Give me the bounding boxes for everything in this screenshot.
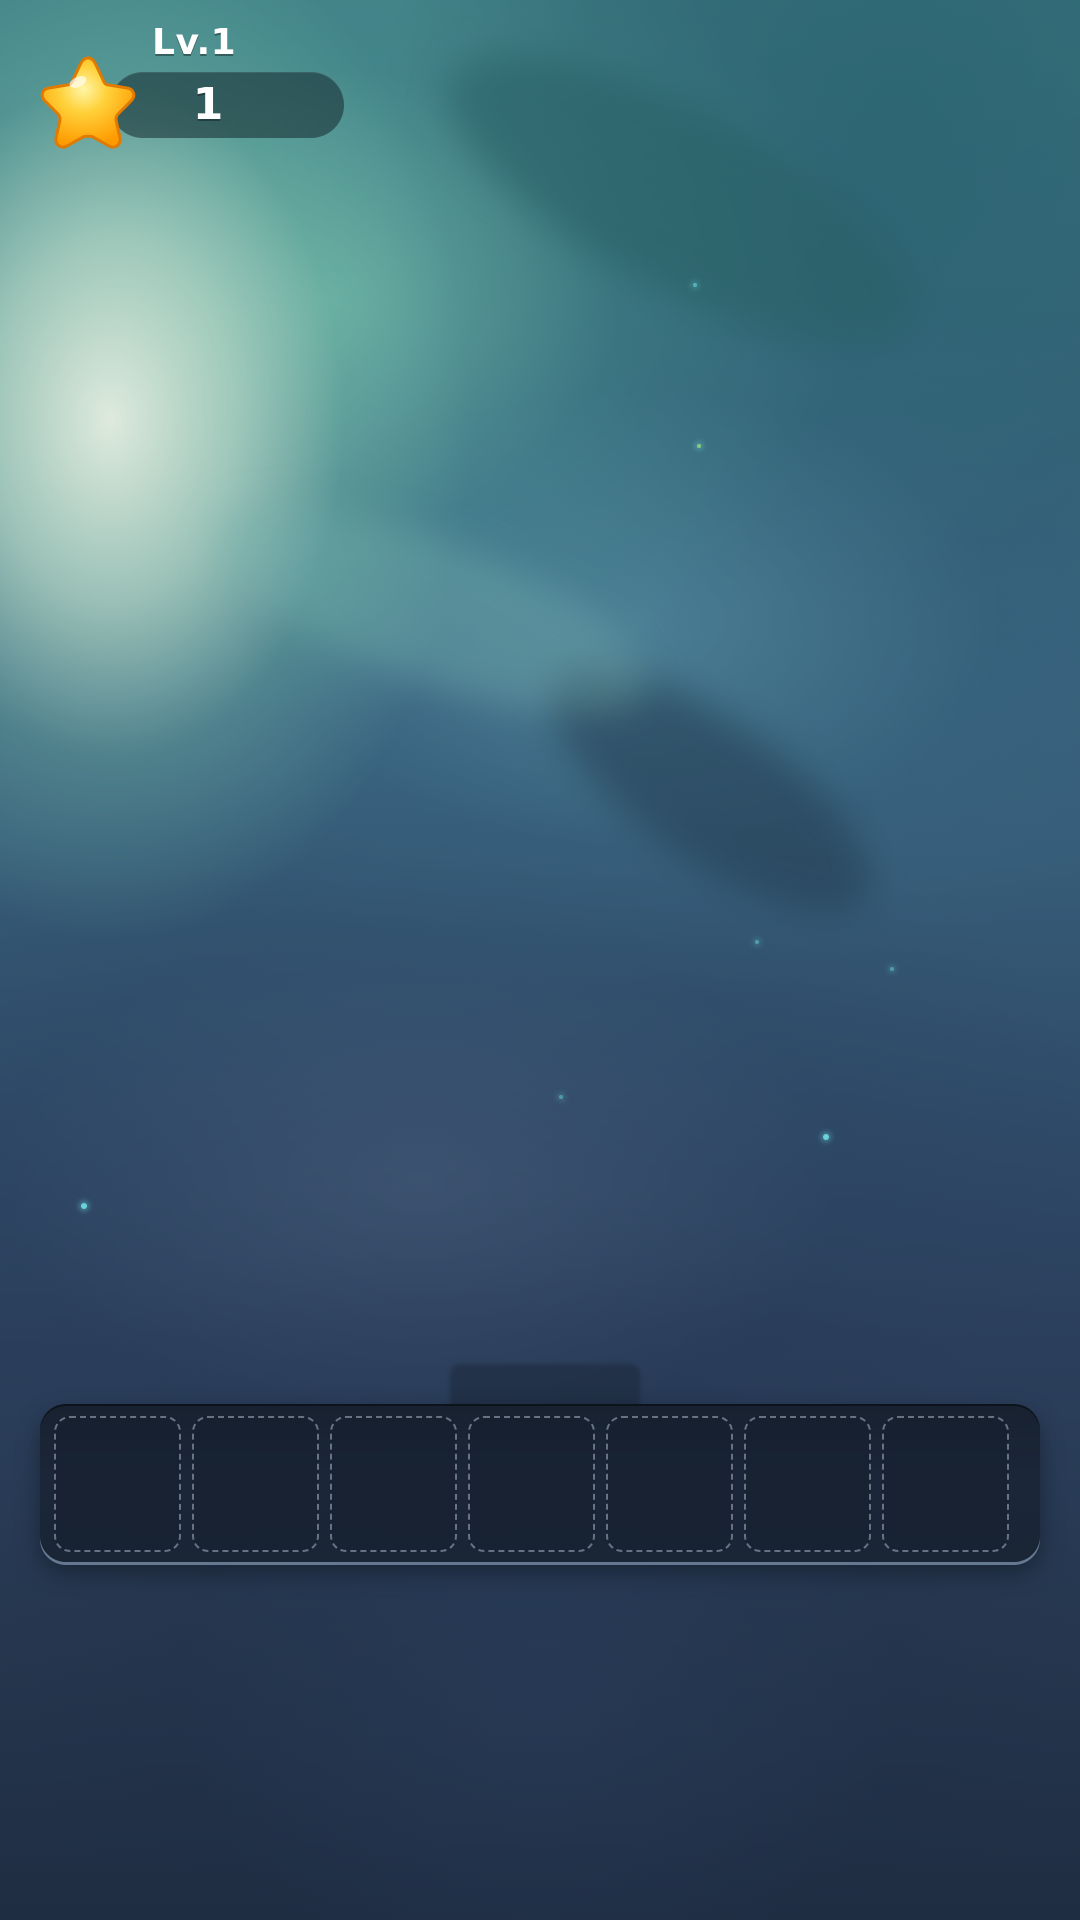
sparkle — [559, 1095, 563, 1099]
tray-tab — [450, 1364, 640, 1408]
tray-slot-5[interactable] — [606, 1416, 733, 1552]
tray-slot-2[interactable] — [192, 1416, 319, 1552]
tray-slot-1[interactable] — [54, 1416, 181, 1552]
sparkle — [693, 283, 697, 287]
tray-slot-4[interactable] — [468, 1416, 595, 1552]
level-label: Lv.1 — [152, 22, 237, 63]
slot-row — [54, 1416, 1009, 1552]
slot-tray — [40, 1404, 1040, 1562]
sparkle — [890, 967, 894, 971]
sparkle — [81, 1203, 87, 1209]
score-value: 1 — [192, 79, 224, 130]
tray-slot-6[interactable] — [744, 1416, 871, 1552]
level-hud: Lv.1 1 — [38, 18, 358, 158]
aurora-background — [0, 0, 1080, 1920]
sparkle — [755, 940, 759, 944]
sparkle — [823, 1134, 829, 1140]
aurora-streak — [408, 0, 952, 402]
tray-slot-3[interactable] — [330, 1416, 457, 1552]
star-icon — [40, 56, 136, 149]
sparkle — [697, 444, 701, 448]
tray-slot-7[interactable] — [882, 1416, 1009, 1552]
aurora-streak — [189, 465, 671, 755]
